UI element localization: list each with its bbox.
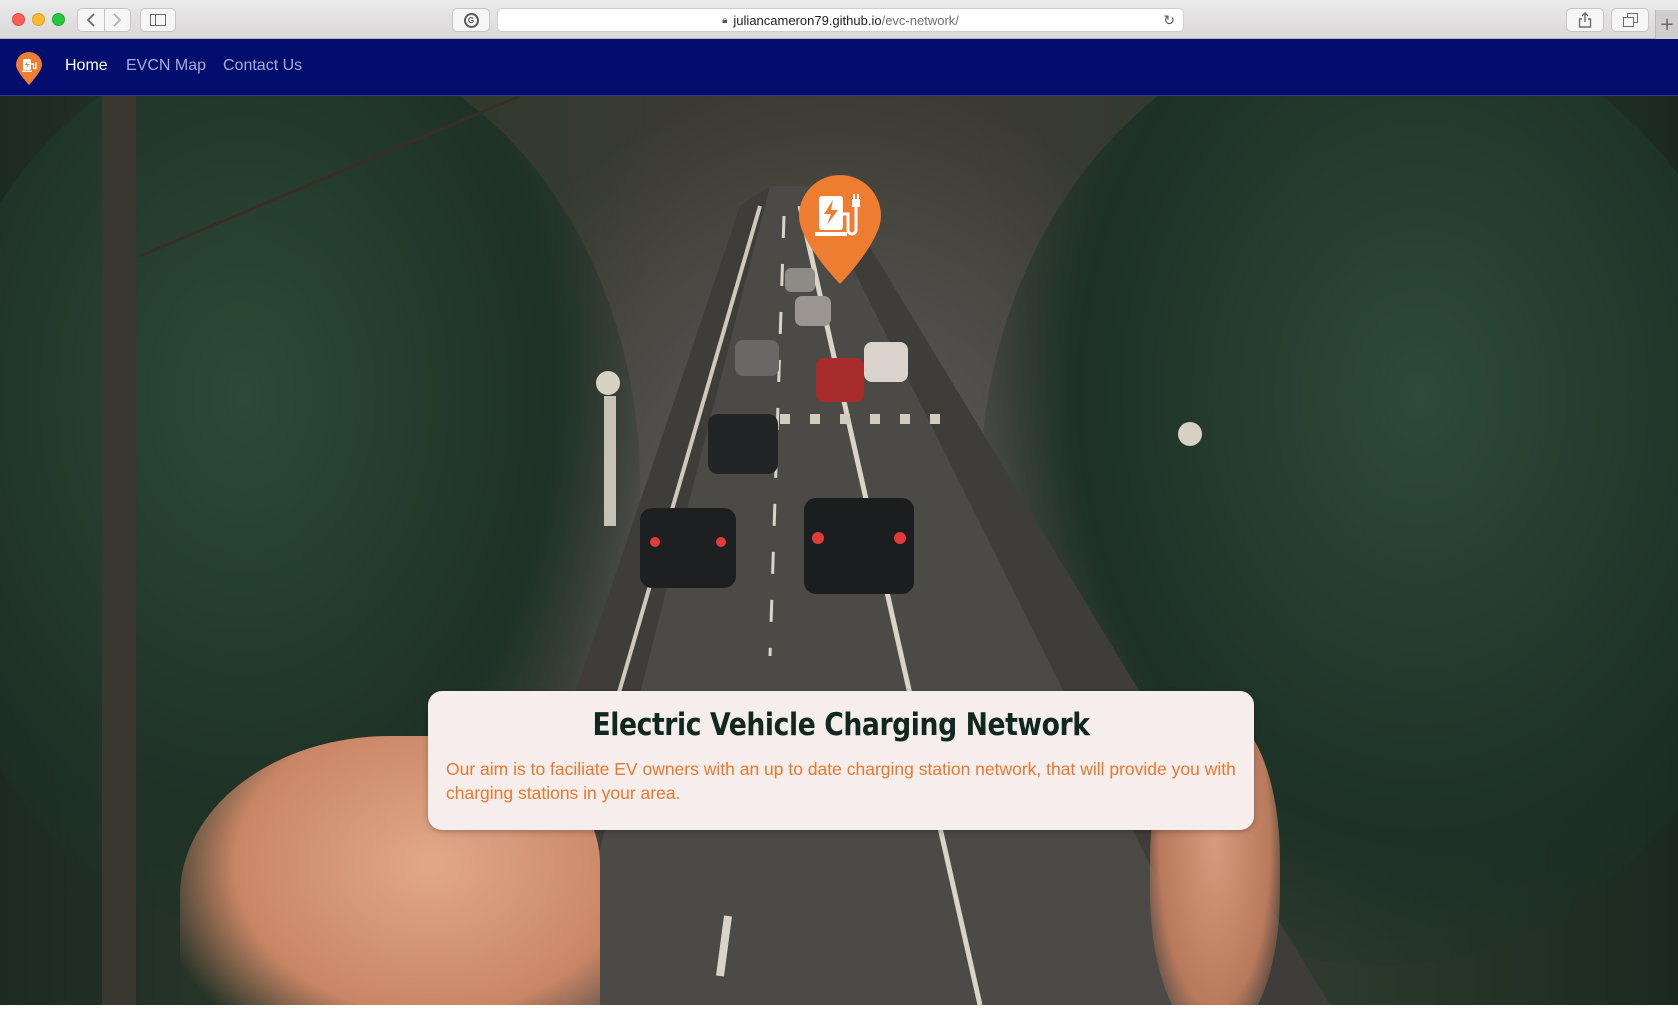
address-bar[interactable]: 🔒︎ juliancameron79.github.io/evc-network… (497, 8, 1184, 32)
back-icon (86, 13, 95, 27)
page-footer-strip (0, 1005, 1678, 1029)
grammarly-icon: G (463, 12, 479, 28)
reload-icon[interactable]: ↻ (1163, 12, 1175, 29)
tab-overview-button[interactable] (1611, 8, 1649, 32)
nav-link-home[interactable]: Home (65, 57, 108, 75)
nav-link-contact-us[interactable]: Contact Us (223, 57, 302, 75)
window-close-button[interactable] (12, 13, 25, 26)
window-minimize-button[interactable] (32, 13, 45, 26)
back-button[interactable] (78, 9, 104, 31)
hero-info-card: Electric Vehicle Charging Network Our ai… (428, 691, 1254, 830)
new-tab-icon: + (1659, 14, 1675, 35)
sidebar-icon (150, 14, 166, 26)
forward-button[interactable] (103, 9, 131, 31)
browser-toolbar: G 🔒︎ juliancameron79.github.io/evc-netwo… (0, 0, 1678, 39)
url-path: /evc-network/ (881, 12, 959, 28)
share-button[interactable] (1566, 8, 1604, 32)
url-host: juliancameron79.github.io (733, 12, 882, 28)
brand-logo-icon[interactable] (15, 52, 43, 86)
nav-link-evcn-map[interactable]: EVCN Map (126, 57, 206, 75)
lock-icon: 🔒︎ (722, 14, 728, 26)
tabs-icon (1622, 13, 1638, 27)
share-icon (1578, 12, 1592, 28)
sidebar-button[interactable] (140, 8, 176, 32)
ev-charger-pin-icon (799, 175, 881, 284)
window-maximize-button[interactable] (52, 13, 65, 26)
forward-icon (113, 13, 122, 27)
grammarly-extension-button[interactable]: G (452, 8, 490, 32)
hero-description: Our aim is to faciliate EV owners with a… (446, 759, 1236, 803)
new-tab-button[interactable]: + (1655, 10, 1678, 39)
site-navbar: Home EVCN Map Contact Us (0, 39, 1678, 96)
hero-section: Electric Vehicle Charging Network Our ai… (0, 96, 1678, 1005)
hero-title: Electric Vehicle Charging Network (592, 707, 1090, 743)
history-nav (77, 8, 131, 32)
